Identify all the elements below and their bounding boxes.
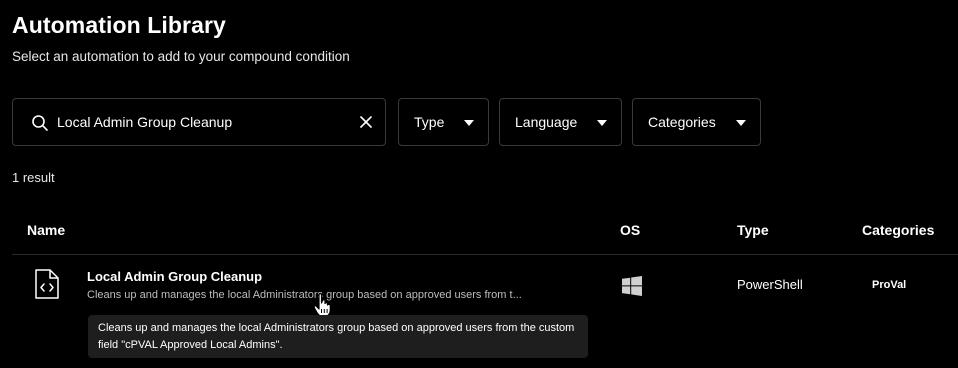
categories-filter-label: Categories xyxy=(648,114,716,130)
page-title: Automation Library xyxy=(12,12,226,38)
chevron-down-icon xyxy=(597,120,607,126)
type-filter-label: Type xyxy=(414,114,445,130)
column-header-categories[interactable]: Categories xyxy=(862,222,934,238)
close-icon[interactable] xyxy=(359,115,373,129)
language-filter-label: Language xyxy=(515,114,578,130)
column-header-os[interactable]: OS xyxy=(620,222,640,238)
description-tooltip: Cleans up and manages the local Administ… xyxy=(88,315,588,358)
search-icon xyxy=(32,115,48,131)
automation-library-page: Automation Library Select an automation … xyxy=(0,0,958,368)
search-field[interactable]: Local Admin Group Cleanup xyxy=(12,98,386,146)
table-row[interactable]: Local Admin Group Cleanup Cleans up and … xyxy=(12,255,958,315)
windows-icon xyxy=(622,276,642,296)
script-file-icon xyxy=(35,269,59,299)
column-header-name[interactable]: Name xyxy=(27,222,65,238)
automation-name[interactable]: Local Admin Group Cleanup xyxy=(87,269,262,284)
column-header-type[interactable]: Type xyxy=(737,222,769,238)
category-badge: ProVal xyxy=(872,279,907,291)
automation-type: PowerShell xyxy=(737,277,803,292)
type-filter-dropdown[interactable]: Type xyxy=(398,98,489,146)
search-input[interactable]: Local Admin Group Cleanup xyxy=(57,114,347,130)
language-filter-dropdown[interactable]: Language xyxy=(499,98,622,146)
page-subtitle: Select an automation to add to your comp… xyxy=(12,49,350,64)
result-count: 1 result xyxy=(12,170,55,185)
chevron-down-icon xyxy=(464,120,474,126)
chevron-down-icon xyxy=(736,120,746,126)
table-header: Name OS Type Categories xyxy=(12,210,958,255)
categories-filter-dropdown[interactable]: Categories xyxy=(632,98,761,146)
